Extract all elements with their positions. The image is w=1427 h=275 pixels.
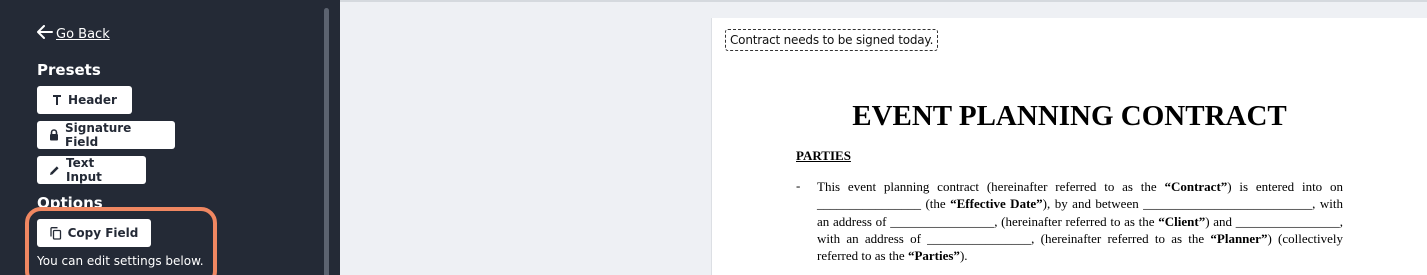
sidebar: Go Back Presets Header Signature Field T… — [0, 0, 340, 275]
section-heading-parties: PARTIES — [796, 148, 851, 163]
go-back-link[interactable]: Go Back — [37, 25, 110, 43]
lock-icon — [49, 129, 59, 141]
pencil-icon — [49, 165, 60, 176]
go-back-label: Go Back — [56, 26, 110, 42]
list-bullet: - — [796, 178, 801, 193]
viewer-top-border — [340, 0, 1427, 2]
document-title: EVENT PLANNING CONTRACT — [852, 100, 1287, 132]
note-field[interactable]: Contract needs to be signed today. — [725, 29, 939, 51]
para-text-6: ). — [959, 248, 968, 264]
presets-title: Presets — [37, 61, 101, 79]
preset-text-input-label: Text Input — [66, 156, 102, 184]
para-text-1: This event planning contract (hereinafte… — [817, 179, 1165, 194]
term-planner: “Planner” — [1210, 230, 1268, 246]
parties-paragraph: This event planning contract (hereinafte… — [817, 178, 1343, 264]
document-page: Contract needs to be signed today. EVENT… — [711, 18, 1427, 275]
arrow-left-icon — [37, 25, 53, 43]
preset-header-label: Header — [68, 93, 117, 107]
text-icon — [52, 94, 62, 106]
term-contract: “Contract” — [1164, 179, 1228, 194]
preset-signature-field-button[interactable]: Signature Field — [37, 121, 175, 149]
preset-text-input-button[interactable]: Text Input — [37, 156, 146, 184]
sidebar-scrollbar[interactable] — [324, 8, 329, 275]
preset-header-button[interactable]: Header — [37, 86, 132, 114]
term-parties: “Parties” — [907, 248, 960, 264]
highlight-outline — [25, 207, 217, 275]
term-effective-date: “Effective Date” — [950, 196, 1043, 212]
term-client: “Client” — [1158, 213, 1206, 229]
preset-signature-field-label: Signature Field — [65, 121, 132, 149]
